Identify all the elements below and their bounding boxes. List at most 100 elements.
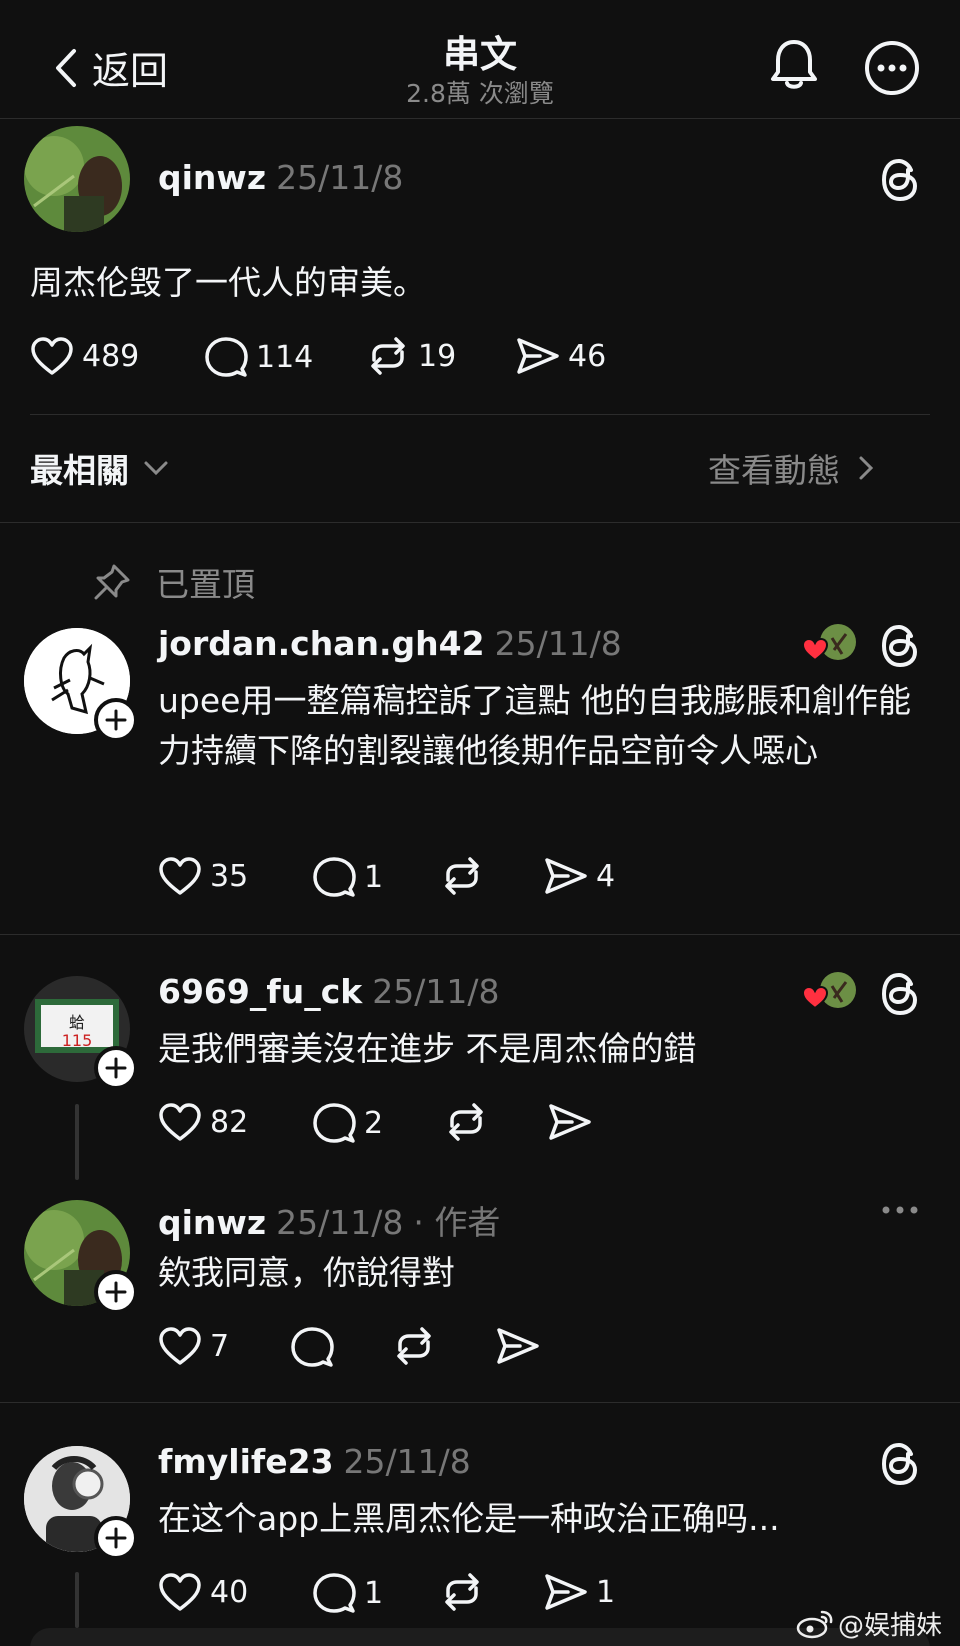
share-button[interactable]: 46 <box>516 336 606 376</box>
threads-button[interactable] <box>880 1442 920 1490</box>
like-count: 7 <box>210 1328 230 1364</box>
repost-button[interactable] <box>392 1326 444 1366</box>
threads-button[interactable] <box>880 972 920 1020</box>
pin-icon <box>94 564 130 600</box>
reply-text: 在这个app上黑周杰伦是一种政治正确吗... <box>158 1499 780 1538</box>
plus-icon <box>105 1527 127 1549</box>
svg-text:115: 115 <box>62 1031 93 1050</box>
repost-icon <box>449 1103 483 1141</box>
repost-icon <box>397 1327 431 1365</box>
reply-author[interactable]: qinwz 25/11/8 · 作者 <box>158 1196 500 1244</box>
comment-button[interactable]: 2 <box>312 1102 383 1144</box>
like-count: 40 <box>210 1574 249 1610</box>
weibo-icon <box>796 1610 833 1638</box>
reply-more-button[interactable] <box>880 1200 920 1224</box>
header-divider <box>0 118 960 119</box>
repost-button[interactable]: 19 <box>366 336 456 376</box>
watermark: @娱捕妹 <box>796 1605 942 1642</box>
author-liked-badge <box>801 624 856 664</box>
reply-username: 6969_fu_ck <box>158 972 363 1011</box>
like-count: 489 <box>82 338 140 374</box>
comment-icon <box>291 1327 334 1367</box>
chevron-down-icon <box>144 461 168 476</box>
activity-label: 查看動態 <box>708 451 840 490</box>
reply-text: 是我們審美沒在進步 不是周杰倫的錯 <box>158 1029 697 1068</box>
comment-icon <box>313 857 356 897</box>
share-button[interactable] <box>496 1326 548 1366</box>
like-button[interactable]: 40 <box>158 1572 248 1612</box>
heart-icon <box>159 1573 201 1611</box>
post-username: qinwz <box>158 158 267 197</box>
follow-button[interactable] <box>94 698 138 742</box>
follow-button[interactable] <box>94 1270 138 1314</box>
like-button[interactable]: 82 <box>158 1102 248 1142</box>
comment-count: 114 <box>256 339 314 375</box>
threads-icon <box>881 1442 918 1486</box>
notifications-button[interactable] <box>768 36 820 96</box>
share-button[interactable] <box>548 1102 600 1142</box>
reply-author[interactable]: 6969_fu_ck 25/11/8 <box>158 972 499 1011</box>
repost-icon <box>371 337 405 375</box>
like-count: 35 <box>210 858 249 894</box>
reply-author[interactable]: jordan.chan.gh42 25/11/8 <box>158 624 622 663</box>
threads-icon <box>881 624 918 668</box>
plus-icon <box>105 709 127 731</box>
threads-button[interactable] <box>880 158 920 206</box>
follow-button[interactable] <box>94 1516 138 1560</box>
like-count: 82 <box>210 1104 249 1140</box>
comment-count: 1 <box>364 1575 384 1611</box>
share-icon <box>545 1574 587 1610</box>
reply-username: qinwz <box>158 1203 267 1242</box>
thread-connector <box>75 1104 79 1180</box>
share-button[interactable]: 1 <box>544 1572 615 1612</box>
heart-badge-icon <box>801 637 829 662</box>
author-tag: · 作者 <box>413 1203 501 1242</box>
threads-icon <box>881 158 918 202</box>
comment-button[interactable] <box>290 1326 342 1368</box>
threads-icon <box>881 972 918 1016</box>
thread-connector <box>75 1572 79 1628</box>
heart-icon <box>159 1327 201 1365</box>
avatar[interactable] <box>24 126 130 232</box>
comment-button[interactable]: 1 <box>312 1572 383 1614</box>
repost-count: 19 <box>418 338 457 374</box>
sort-dropdown[interactable]: 最相關 <box>30 444 169 492</box>
repost-button[interactable] <box>440 1572 492 1612</box>
repost-icon <box>445 1573 479 1611</box>
post-author[interactable]: qinwz 25/11/8 <box>158 158 403 197</box>
post-text: 周杰伦毁了一代人的审美。 <box>30 263 426 302</box>
share-button[interactable]: 4 <box>544 856 615 896</box>
pinned-indicator: 已置頂 <box>92 558 255 606</box>
reply-divider <box>0 1402 960 1403</box>
author-liked-badge <box>801 972 856 1012</box>
watermark-text: @娱捕妹 <box>837 1611 942 1641</box>
share-count: 4 <box>596 858 616 894</box>
post-date: 25/11/8 <box>276 158 404 197</box>
reply-date: 25/11/8 <box>372 972 500 1011</box>
reply-text: 欸我同意，你說得對 <box>158 1253 455 1292</box>
repost-button[interactable] <box>440 856 492 896</box>
reply-author[interactable]: fmylife23 25/11/8 <box>158 1442 471 1481</box>
like-button[interactable]: 7 <box>158 1326 229 1366</box>
comment-icon <box>313 1103 356 1143</box>
comment-count: 2 <box>364 1105 384 1141</box>
reply-text: upee用一整篇稿控訴了這點 他的自我膨脹和創作能力持續下降的割裂讓他後期作品空… <box>158 681 911 770</box>
heart-icon <box>159 1103 201 1141</box>
share-icon <box>549 1104 591 1140</box>
like-button[interactable]: 489 <box>30 336 139 376</box>
repost-button[interactable] <box>444 1102 496 1142</box>
more-options-button[interactable] <box>864 40 920 100</box>
comment-icon <box>313 1573 356 1613</box>
like-button[interactable]: 35 <box>158 856 248 896</box>
heart-icon <box>159 857 201 895</box>
chevron-right-icon <box>859 456 874 480</box>
view-activity-link[interactable]: 查看動態 <box>708 444 874 492</box>
top-bar: 返回 串文 2.8萬 次瀏覽 <box>0 0 960 120</box>
comment-button[interactable]: 114 <box>204 336 313 378</box>
threads-button[interactable] <box>880 624 920 672</box>
heart-badge-icon <box>801 985 829 1010</box>
plus-icon <box>105 1057 127 1079</box>
follow-button[interactable] <box>94 1046 138 1090</box>
comment-button[interactable]: 1 <box>312 856 383 898</box>
share-icon <box>545 858 587 894</box>
